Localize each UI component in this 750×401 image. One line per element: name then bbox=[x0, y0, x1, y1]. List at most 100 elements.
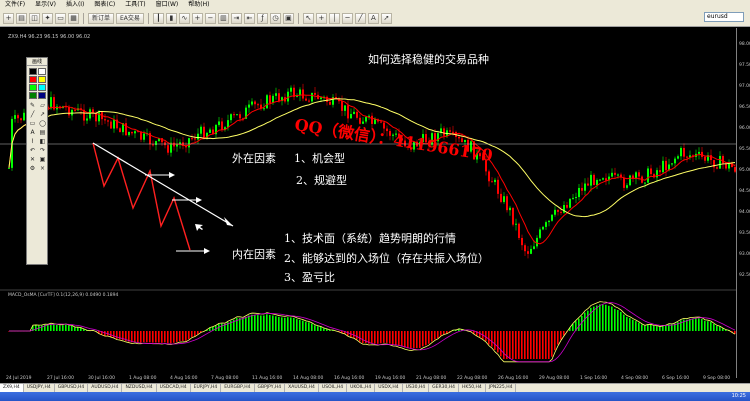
chart-tab[interactable]: AUDUSD,H4 bbox=[88, 384, 123, 392]
ellipse-icon[interactable]: ◯ bbox=[38, 120, 47, 128]
macd-histogram-bar bbox=[686, 319, 688, 331]
color-swatch[interactable] bbox=[29, 68, 37, 75]
save-icon[interactable]: ▣ bbox=[38, 156, 47, 164]
chart-tab[interactable]: XAUUSD,H4 bbox=[285, 384, 319, 392]
redo-icon[interactable]: ↷ bbox=[38, 147, 47, 155]
periods-icon[interactable]: ◷ bbox=[269, 12, 281, 24]
settings-icon[interactable]: ⚙ bbox=[28, 165, 37, 173]
clear-icon[interactable]: ✕ bbox=[28, 156, 37, 164]
candlestick-icon[interactable]: ▮ bbox=[165, 12, 177, 24]
macd-histogram-bar bbox=[413, 331, 415, 349]
horizontal-line-icon[interactable]: ─ bbox=[341, 12, 353, 24]
terminal-icon[interactable]: ▭ bbox=[55, 12, 66, 24]
text-icon[interactable]: A bbox=[367, 12, 379, 24]
crosshair-icon[interactable]: + bbox=[315, 12, 327, 24]
color-swatch[interactable] bbox=[38, 84, 46, 91]
text-tool-icon[interactable]: A bbox=[28, 129, 37, 137]
candle-body bbox=[605, 178, 607, 181]
color-swatch[interactable] bbox=[29, 84, 37, 91]
zoom-out-icon[interactable]: − bbox=[204, 12, 216, 24]
new-chart-icon[interactable]: + bbox=[3, 12, 14, 24]
rectangle-icon[interactable]: ▭ bbox=[28, 120, 37, 128]
macd-histogram-bar bbox=[491, 331, 493, 347]
menu-help[interactable]: 帮助(H) bbox=[183, 0, 214, 10]
templates-icon[interactable]: ▣ bbox=[282, 12, 294, 24]
symbol-search-input[interactable]: eurusd bbox=[704, 12, 744, 22]
price-tick-label: 94.00 bbox=[739, 210, 750, 215]
undo-icon[interactable]: ↶ bbox=[28, 147, 37, 155]
autoscroll-icon[interactable]: ⇥ bbox=[230, 12, 242, 24]
color-swatch[interactable] bbox=[29, 92, 37, 99]
menu-view[interactable]: 显示(V) bbox=[30, 0, 61, 10]
bar-chart-icon[interactable]: ┃ bbox=[152, 12, 164, 24]
chart-tab[interactable]: GBPJPY,H4 bbox=[255, 384, 286, 392]
menu-window[interactable]: 窗口(W) bbox=[151, 0, 184, 10]
macd-histogram-bar bbox=[572, 324, 574, 331]
arrow-line-icon[interactable]: ↗ bbox=[38, 111, 47, 119]
color-swatch[interactable] bbox=[38, 68, 46, 75]
macd-histogram-bar bbox=[701, 318, 703, 331]
chart-tab[interactable]: USDCAD,H4 bbox=[157, 384, 191, 392]
color-swatch[interactable] bbox=[38, 92, 46, 99]
line-chart-icon[interactable]: ∿ bbox=[178, 12, 190, 24]
time-tick-label: 19 Aug 16:00 bbox=[375, 376, 406, 381]
close-icon[interactable]: × bbox=[38, 165, 47, 173]
candle-body bbox=[698, 151, 700, 154]
highlight-icon[interactable]: ▤ bbox=[38, 129, 47, 137]
macd-histogram-bar bbox=[56, 324, 58, 331]
macd-histogram-bar bbox=[554, 331, 556, 351]
color-swatch[interactable] bbox=[38, 76, 46, 83]
chart-tab[interactable]: EURGBP,H4 bbox=[221, 384, 255, 392]
time-axis: 24 Jul 2019 27 Jul 16:00 30 Jul 16:00 1 Aug… bbox=[0, 375, 736, 383]
candle-body bbox=[569, 198, 571, 208]
navigator-icon[interactable]: ✦ bbox=[42, 12, 53, 24]
chart-canvas[interactable] bbox=[0, 28, 750, 383]
chart-tab[interactable]: USOIL,H4 bbox=[319, 384, 348, 392]
macd-histogram-bar bbox=[155, 331, 157, 343]
new-order-button[interactable]: 新订单 bbox=[88, 12, 115, 24]
menu-tools[interactable]: 工具(T) bbox=[120, 0, 150, 10]
macd-histogram-bar bbox=[263, 315, 265, 331]
chart-tab[interactable]: GER30,H4 bbox=[429, 384, 460, 392]
chart-shift-icon[interactable]: ⇤ bbox=[243, 12, 255, 24]
expert-advisors-button[interactable]: EA交易 bbox=[116, 12, 144, 24]
pen-icon[interactable]: ✎ bbox=[28, 102, 37, 110]
chart-tab[interactable]: HK50,H4 bbox=[459, 384, 486, 392]
tester-icon[interactable]: ▦ bbox=[68, 12, 79, 24]
vertical-line-icon[interactable]: │ bbox=[328, 12, 340, 24]
candle-body bbox=[254, 101, 256, 105]
chart-tab[interactable]: USDJPY,H4 bbox=[24, 384, 55, 392]
macd-histogram-bar bbox=[722, 328, 724, 331]
chart-tab[interactable]: US30,H4 bbox=[403, 384, 430, 392]
menu-insert[interactable]: 插入(I) bbox=[61, 0, 89, 10]
macd-histogram-bar bbox=[614, 308, 616, 331]
zoom-in-icon[interactable]: + bbox=[191, 12, 203, 24]
arrow-icon[interactable]: ➚ bbox=[380, 12, 392, 24]
candle-body bbox=[491, 181, 493, 183]
chart-tab[interactable]: UKOIL,H4 bbox=[347, 384, 376, 392]
market-watch-icon[interactable]: ◫ bbox=[29, 12, 40, 24]
cursor-icon[interactable]: ↖ bbox=[302, 12, 314, 24]
chart-tab[interactable]: NZDUSD,H4 bbox=[122, 384, 157, 392]
chart-window[interactable]: ZX9.H4 96.23 96.15 96.00 96.02 MACD_OsMA… bbox=[0, 28, 750, 383]
trendline-icon[interactable]: ╱ bbox=[354, 12, 366, 24]
profiles-icon[interactable]: ▤ bbox=[16, 12, 27, 24]
chart-tab[interactable]: EURJPY,H4 bbox=[191, 384, 222, 392]
macd-histogram-bar bbox=[419, 331, 421, 348]
polyline-icon[interactable]: ⌇ bbox=[28, 138, 37, 146]
color-swatch[interactable] bbox=[29, 76, 37, 83]
macd-histogram-bar bbox=[242, 318, 244, 331]
chart-tab[interactable]: ZX9,H4 bbox=[0, 384, 24, 392]
macd-histogram-bar bbox=[488, 331, 490, 345]
fill-icon[interactable]: ◧ bbox=[38, 138, 47, 146]
drawing-palette[interactable]: 画线 ✎ ▱ ╱ ↗ ▭ ◯ A ▤ ⌇ ◧ ↶ ↷ ✕ ▣ ⚙ × bbox=[26, 57, 48, 265]
indicators-icon[interactable]: ƒ bbox=[256, 12, 268, 24]
menu-charts[interactable]: 图表(C) bbox=[89, 0, 120, 10]
line-icon[interactable]: ╱ bbox=[28, 111, 37, 119]
chart-tab[interactable]: JPN225,H4 bbox=[486, 384, 517, 392]
chart-tab[interactable]: USDX,H4 bbox=[375, 384, 403, 392]
menu-file[interactable]: 文件(F) bbox=[0, 0, 30, 10]
eraser-icon[interactable]: ▱ bbox=[38, 102, 47, 110]
tile-windows-icon[interactable]: ▥ bbox=[217, 12, 229, 24]
chart-tab[interactable]: GBPUSD,H4 bbox=[55, 384, 89, 392]
